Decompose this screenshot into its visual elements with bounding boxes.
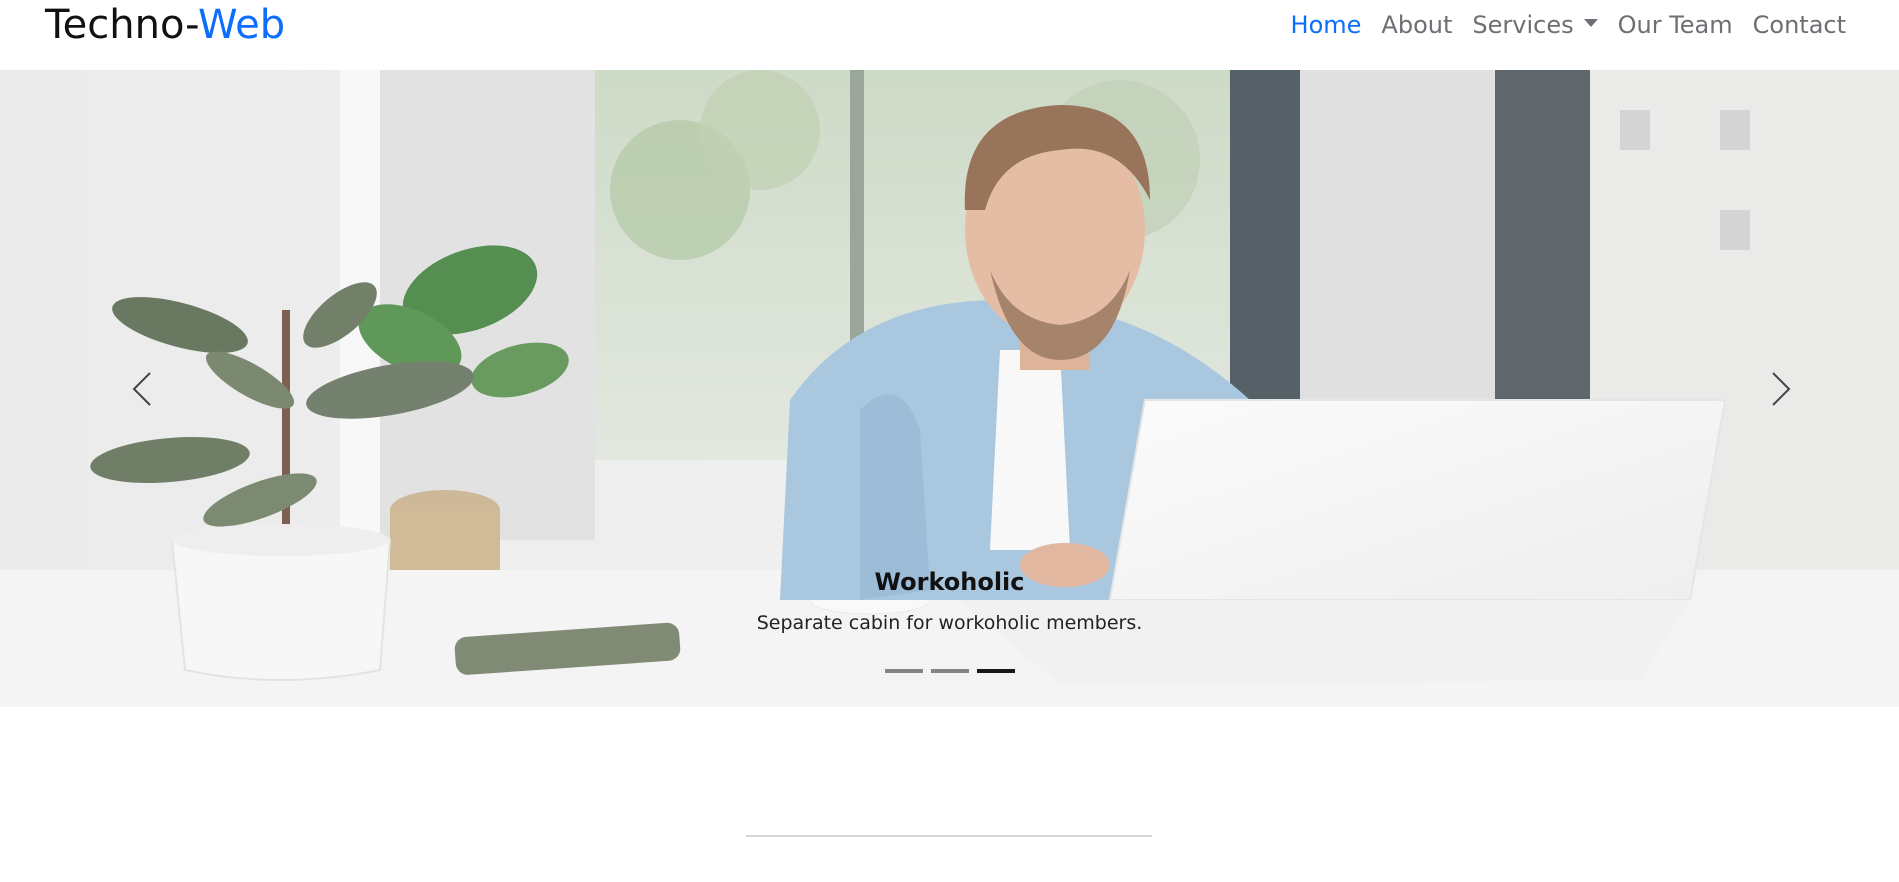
carousel-caption-text: Separate cabin for workoholic members. xyxy=(756,612,1143,634)
brand-name-part1: Techno- xyxy=(45,2,198,48)
carousel-indicator-2[interactable] xyxy=(930,669,969,673)
main-nav: Home About Services Our Team Contact xyxy=(1271,6,1846,44)
nav-services-label: Services xyxy=(1472,11,1574,39)
carousel-indicators xyxy=(0,669,1899,673)
section-divider xyxy=(746,835,1152,837)
carousel-indicator-1[interactable] xyxy=(884,669,923,673)
carousel-indicator-3[interactable] xyxy=(976,669,1015,673)
chevron-left-icon xyxy=(132,371,151,406)
caret-down-icon xyxy=(1583,19,1598,27)
nav-about-link[interactable]: About xyxy=(1381,6,1452,44)
nav-services-dropdown[interactable]: Services xyxy=(1472,6,1598,44)
nav-home-link[interactable]: Home xyxy=(1291,6,1362,44)
nav-our-team-link[interactable]: Our Team xyxy=(1618,6,1733,44)
carousel-caption-title: Workoholic xyxy=(874,568,1025,596)
navbar: Techno-Web Home About Services Our Team … xyxy=(0,0,1899,70)
nav-contact-link[interactable]: Contact xyxy=(1753,6,1846,44)
brand-name-part2: Web xyxy=(197,2,286,48)
brand-logo[interactable]: Techno-Web xyxy=(45,0,285,50)
chevron-right-icon xyxy=(1772,371,1791,406)
hero-carousel: Workoholic Separate cabin for workoholic… xyxy=(0,70,1899,707)
